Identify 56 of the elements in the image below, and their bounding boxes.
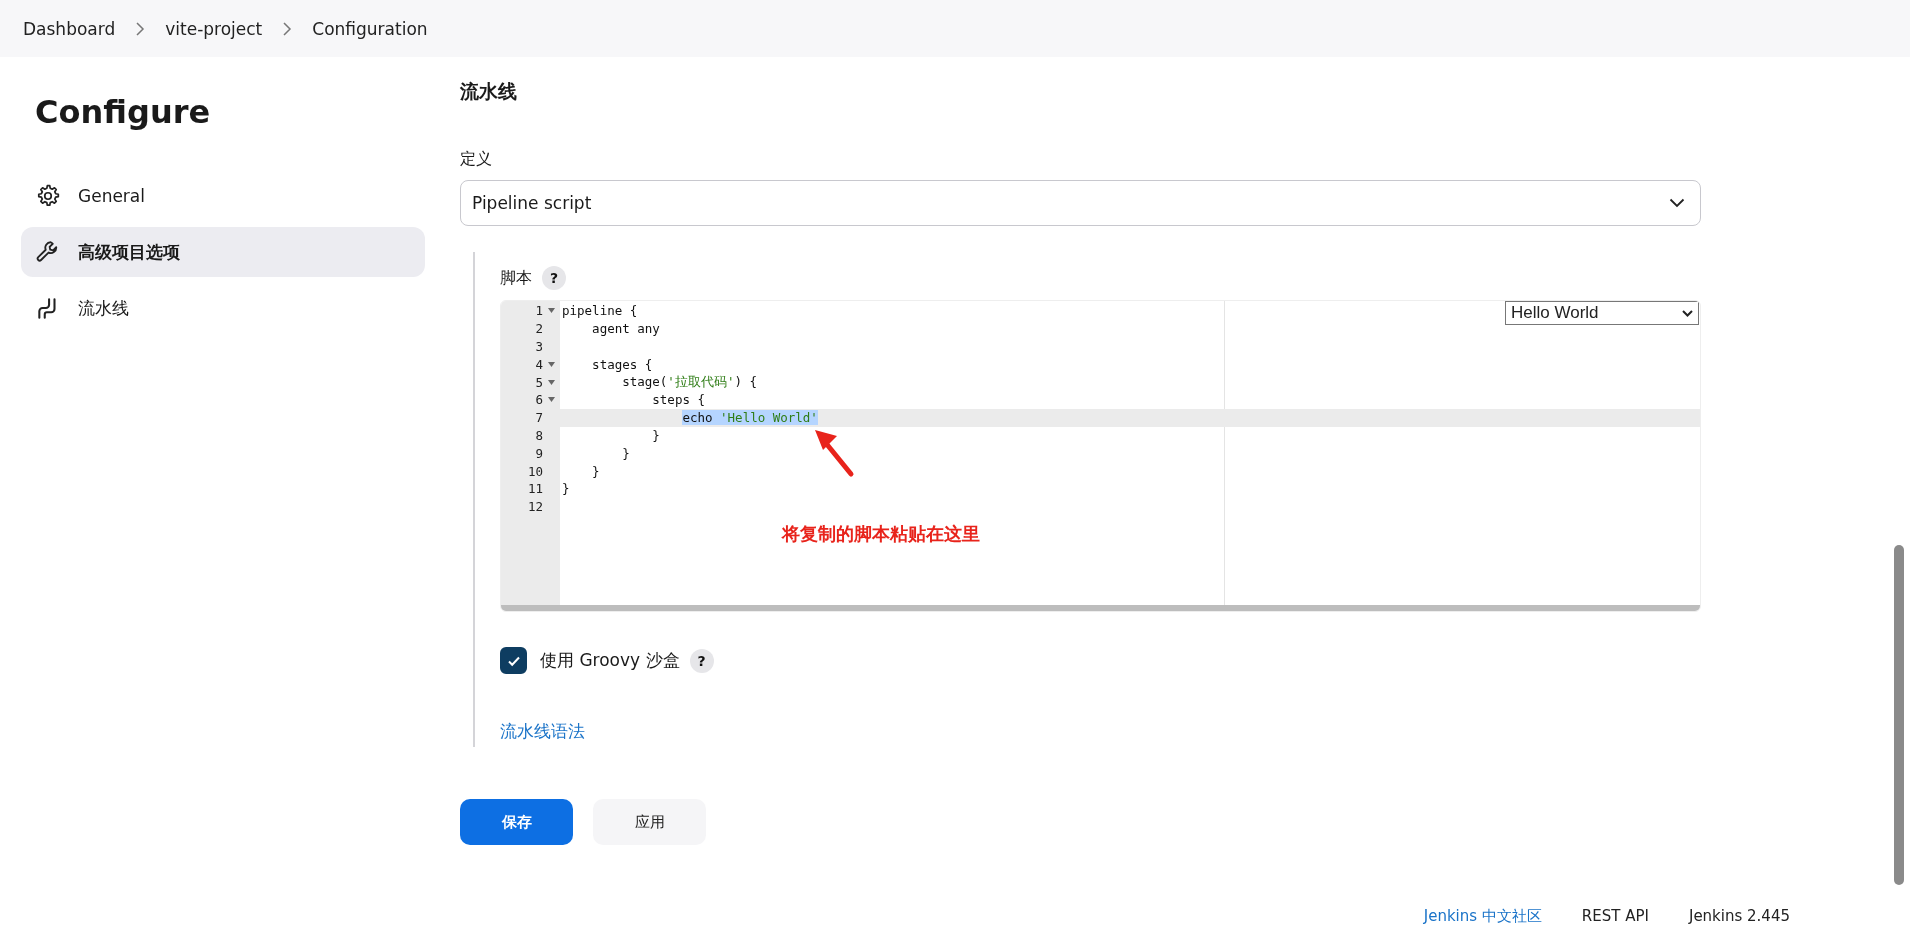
- code-line: stages {: [591, 356, 653, 372]
- fold-caret-icon[interactable]: [548, 379, 555, 385]
- code-line: }: [651, 427, 660, 443]
- checkbox-label: 使用 Groovy 沙盒: [540, 649, 680, 672]
- code-line: pipeline {: [561, 303, 638, 319]
- code-line: }: [591, 463, 600, 479]
- line-number: 2: [534, 321, 543, 337]
- line-number: 4: [534, 356, 543, 372]
- line-number: 8: [534, 427, 543, 443]
- line-number: 10: [526, 463, 543, 479]
- fold-caret-icon[interactable]: [548, 397, 555, 403]
- help-button[interactable]: ?: [542, 266, 566, 290]
- page-title: Configure: [35, 93, 212, 131]
- breadcrumb-link[interactable]: Dashboard: [23, 18, 116, 39]
- line-number: 12: [526, 499, 543, 515]
- breadcrumb-link[interactable]: vite-project: [165, 18, 263, 39]
- help-button[interactable]: ?: [689, 648, 714, 673]
- line-number: 1: [534, 303, 543, 319]
- definition-dropdown[interactable]: Pipeline script: [460, 180, 1701, 226]
- script-label: 脚本: [500, 267, 532, 289]
- chevron-right-icon: [135, 21, 146, 36]
- scrollbar-thumb[interactable]: [1894, 545, 1904, 885]
- sidebar-item[interactable]: General: [21, 171, 425, 221]
- code-line: echo 'Hello World': [681, 410, 818, 426]
- gear-icon: [35, 183, 61, 209]
- annotation-text: 将复制的脚本粘贴在这里: [782, 522, 980, 546]
- section-title: 流水线: [460, 79, 518, 104]
- fold-caret-icon[interactable]: [548, 308, 555, 314]
- code-line: stage('拉取代码') {: [621, 373, 757, 391]
- code-line: }: [561, 481, 570, 497]
- apply-button[interactable]: 应用: [593, 799, 706, 845]
- chevron-down-icon: [1682, 309, 1693, 317]
- code-line: steps {: [651, 392, 705, 408]
- code-line: }: [621, 445, 630, 461]
- save-button[interactable]: 保存: [460, 799, 573, 845]
- line-number: 5: [534, 374, 543, 390]
- sidebar-item[interactable]: 高级项目选项: [21, 227, 425, 277]
- line-number: 9: [534, 445, 543, 461]
- sidebar-item[interactable]: 流水线: [21, 283, 425, 333]
- line-number: 7: [534, 410, 543, 426]
- code-line: agent any: [591, 321, 660, 337]
- syntax-link[interactable]: 流水线语法: [500, 720, 585, 743]
- footer-link[interactable]: REST API: [1581, 907, 1649, 926]
- line-number: 6: [534, 392, 543, 408]
- chevron-right-icon: [282, 21, 293, 36]
- chevron-down-icon: [1669, 198, 1685, 208]
- definition-label: 定义: [460, 149, 493, 170]
- line-number: 3: [534, 339, 543, 354]
- sample-dropdown[interactable]: Hello World: [1505, 301, 1699, 325]
- line-number: 11: [526, 481, 543, 497]
- footer-link[interactable]: Jenkins 2.445: [1688, 907, 1790, 926]
- fold-caret-icon[interactable]: [548, 361, 555, 367]
- sandbox-checkbox[interactable]: [500, 647, 527, 674]
- code-editor[interactable]: 1 pipeline { 2 agent any 3 4 stages { 5 stage('拉取代码') { 6 steps { 7 echo 'Hello World' 8 } 9 } 10 } 11 } 12 Hello World 将复制的脚本粘贴在这里: [500, 300, 1701, 612]
- footer-link[interactable]: Jenkins 中文社区: [1423, 907, 1542, 926]
- breadcrumb-link[interactable]: Configuration: [312, 18, 428, 39]
